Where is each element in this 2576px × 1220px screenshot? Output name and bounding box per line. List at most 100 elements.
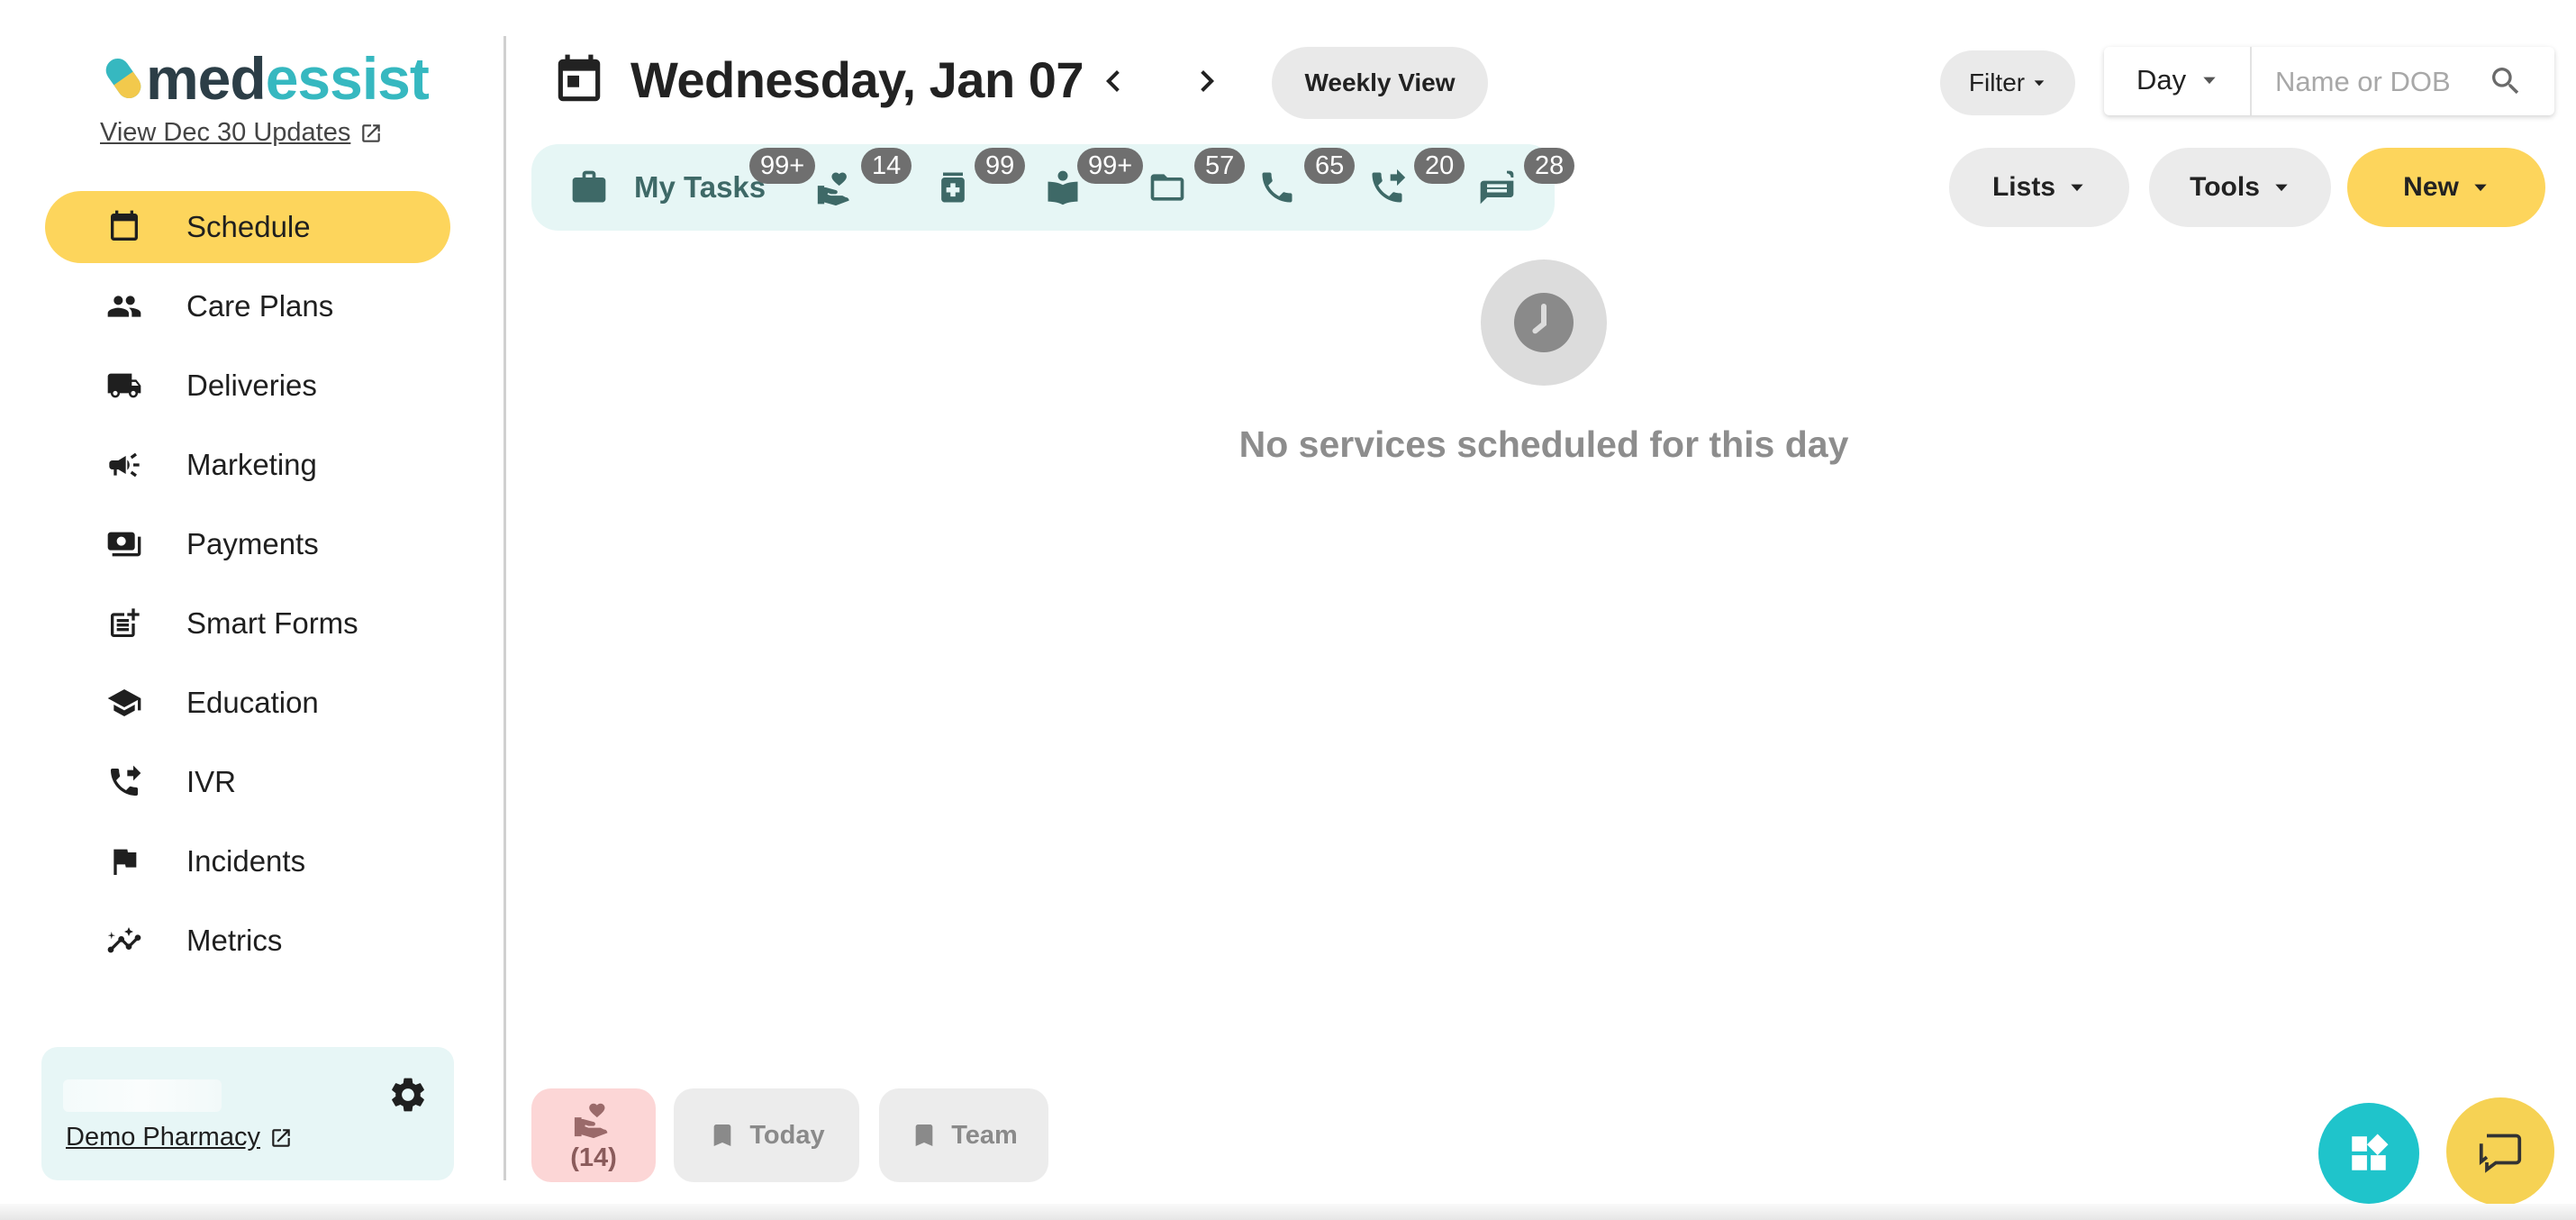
sidebar-item-marketing[interactable]: Marketing	[45, 429, 450, 501]
weekly-view-button[interactable]: Weekly View	[1272, 47, 1488, 119]
caret-down-icon	[2474, 184, 2487, 192]
sidebar-item-label: Education	[186, 686, 319, 719]
open-in-new-icon	[272, 1128, 290, 1147]
sidebar-item-label: Schedule	[186, 210, 311, 243]
bottom-shade	[0, 1204, 2576, 1220]
chevron-right-icon[interactable]	[1185, 59, 1229, 103]
badge-phone-forward: 20	[1414, 148, 1465, 184]
page-title-date: Wednesday, Jan 07	[630, 51, 1084, 108]
caret-down-icon	[2203, 77, 2216, 85]
sidebar-item-schedule[interactable]: Schedule	[45, 191, 450, 263]
sidebar-item-ivr[interactable]: IVR	[45, 746, 450, 818]
pharmacy-card: Demo Pharmacy	[41, 1047, 454, 1180]
megaphone-icon	[109, 452, 140, 478]
sidebar-item-label: Smart Forms	[186, 606, 358, 640]
tools-button[interactable]: Tools	[2149, 148, 2331, 227]
sidebar-item-label: Marketing	[186, 448, 317, 481]
view-mode-select[interactable]: Day	[2136, 64, 2218, 96]
today-bookmark-button[interactable]: Today	[674, 1088, 859, 1182]
open-in-new-icon	[362, 123, 381, 142]
sidebar-item-label: Care Plans	[186, 289, 334, 323]
medication-icon	[941, 172, 965, 203]
search-bar: Day	[2104, 47, 2554, 115]
task-bar: My Tasks	[531, 144, 1555, 231]
sidebar-item-label: Deliveries	[186, 369, 317, 402]
chat-icon	[1480, 170, 1514, 205]
search-icon[interactable]	[2488, 63, 2524, 99]
people-icon	[107, 296, 141, 317]
messages-button[interactable]	[1477, 144, 1517, 231]
sidebar-item-payments[interactable]: Payments	[45, 508, 450, 580]
volunteer-heart-icon	[817, 172, 849, 206]
sidebar-item-metrics[interactable]: Metrics	[45, 905, 450, 977]
phone-forward-icon	[1372, 168, 1406, 203]
education-tasks-button[interactable]	[1043, 144, 1083, 231]
calendar-icon	[111, 210, 138, 241]
tools-label: Tools	[2190, 172, 2260, 202]
post-add-icon	[111, 608, 140, 637]
caret-down-icon	[2034, 80, 2045, 86]
calls-button[interactable]	[1257, 144, 1297, 231]
updates-link-label: View Dec 30 Updates	[100, 118, 351, 147]
care-plans-quick-button[interactable]: (14)	[531, 1088, 656, 1182]
today-label: Today	[749, 1120, 825, 1150]
chevron-left-icon[interactable]	[1092, 59, 1135, 103]
sidebar-item-label: Metrics	[186, 924, 283, 957]
search-input[interactable]	[2273, 59, 2484, 105]
book-person-icon	[1048, 170, 1078, 205]
widgets-fab[interactable]	[2318, 1103, 2419, 1204]
volunteer-heart-icon	[574, 1103, 608, 1138]
chat-fab[interactable]	[2446, 1097, 2554, 1206]
calendar-today-icon	[558, 54, 601, 102]
app-logo[interactable]: medessist	[101, 47, 430, 110]
view-updates-link[interactable]: View Dec 30 Updates	[100, 118, 383, 148]
documents-button[interactable]	[1147, 144, 1187, 231]
caret-down-icon	[2275, 184, 2288, 192]
filter-label: Filter	[1968, 68, 2026, 96]
medication-tasks-button[interactable]	[933, 144, 973, 231]
badge-messages: 28	[1524, 148, 1575, 184]
phone-icon	[1262, 172, 1293, 203]
badge-folder: 57	[1194, 148, 1246, 184]
care-tasks-button[interactable]	[816, 144, 856, 231]
my-tasks-label: My Tasks	[634, 170, 766, 204]
payments-icon	[107, 532, 141, 557]
sidebar-nav: Schedule Care Plans Deliveries Marketing…	[45, 191, 450, 984]
sidebar-item-incidents[interactable]: Incidents	[45, 825, 450, 897]
lists-button[interactable]: Lists	[1949, 148, 2129, 227]
pharmacy-link[interactable]: Demo Pharmacy	[66, 1123, 293, 1152]
logo-text-part2: essist	[265, 45, 430, 112]
my-tasks-button[interactable]: My Tasks	[569, 144, 766, 231]
logo-wordmark: medessist	[146, 49, 430, 108]
pharmacy-name: Demo Pharmacy	[66, 1123, 260, 1152]
folder-icon	[1150, 174, 1184, 201]
new-button[interactable]: New	[2347, 148, 2545, 227]
sidebar-item-education[interactable]: Education	[45, 667, 450, 739]
filter-button[interactable]: Filter	[1940, 50, 2075, 115]
sidebar-item-care-plans[interactable]: Care Plans	[45, 270, 450, 342]
view-mode-value: Day	[2136, 64, 2187, 96]
sidebar-item-label: IVR	[186, 765, 237, 798]
search-separator	[2250, 47, 2252, 115]
sidebar: medessist View Dec 30 Updates Schedule C…	[0, 0, 504, 1220]
new-label: New	[2403, 172, 2459, 202]
bookmark-icon	[915, 1124, 933, 1146]
redacted-user-name	[63, 1079, 222, 1112]
bookmark-icon	[714, 1124, 731, 1146]
badge-education: 99+	[1077, 148, 1144, 184]
sidebar-item-smart-forms[interactable]: Smart Forms	[45, 587, 450, 660]
team-bookmark-button[interactable]: Team	[879, 1088, 1048, 1182]
sidebar-divider	[503, 36, 506, 1180]
badge-medication: 99	[975, 148, 1026, 184]
empty-state-badge	[1481, 259, 1607, 386]
truck-icon	[107, 373, 141, 398]
sidebar-item-deliveries[interactable]: Deliveries	[45, 350, 450, 422]
badge-phone: 65	[1304, 148, 1356, 184]
gear-icon[interactable]	[387, 1074, 429, 1115]
forwarded-calls-button[interactable]	[1367, 144, 1407, 231]
insights-icon	[107, 927, 141, 953]
pill-logo-icon	[105, 58, 141, 99]
chat-bubble-icon	[2479, 1134, 2522, 1173]
phone-forward-icon	[111, 765, 141, 796]
badge-my-tasks: 99+	[749, 148, 816, 184]
